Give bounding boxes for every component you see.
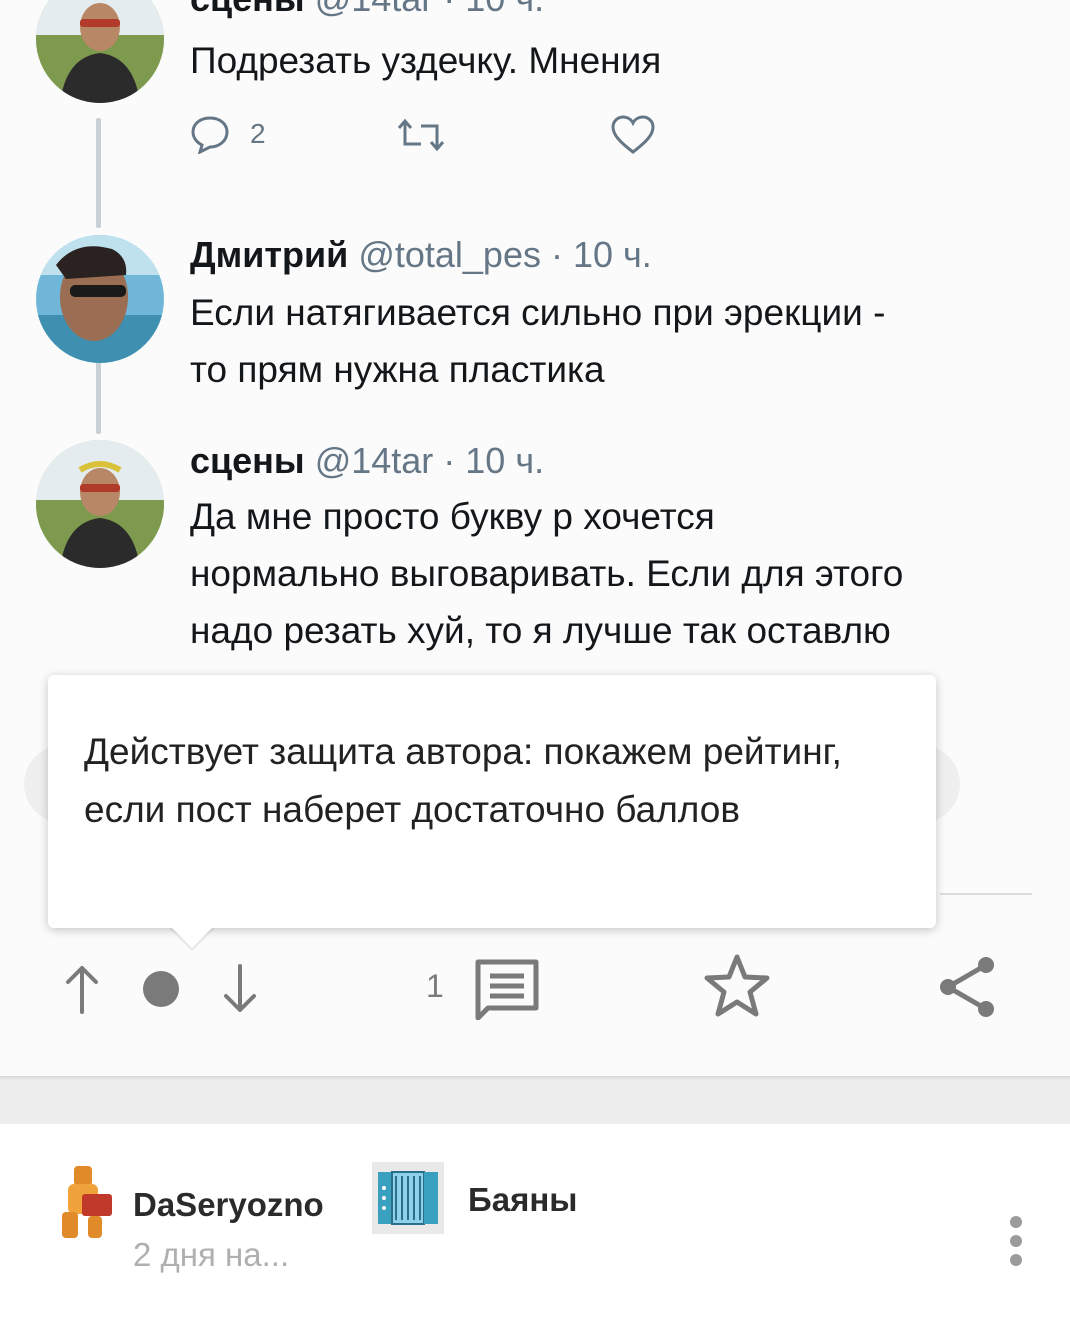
author-name: сцены — [190, 440, 305, 481]
upvote-button[interactable] — [62, 964, 102, 1019]
reply-icon — [190, 114, 230, 159]
tweet-header: сцены @14tar · 10 ч. — [190, 440, 544, 482]
tooltip-text: Действует защита автора: покажем рейтинг… — [84, 731, 842, 830]
avatar — [36, 440, 164, 568]
author-name[interactable]: DaSeryozno — [133, 1186, 324, 1224]
tweet-text: Подрезать уздечку. Мнения — [190, 40, 662, 81]
divider — [940, 893, 1032, 895]
tweet-actions: 2 — [190, 110, 670, 160]
dot — [1010, 1254, 1022, 1266]
tweet-2: Дмитрий @total_pes · 10 ч. Если натягива… — [0, 230, 1070, 410]
community-name[interactable]: Баяны — [468, 1181, 577, 1219]
dot — [1010, 1235, 1022, 1247]
post-action-bar: 1 — [0, 940, 1070, 1030]
author-avatar-icon[interactable] — [58, 1166, 118, 1247]
downvote-button[interactable] — [220, 964, 260, 1019]
retweet-icon — [397, 118, 445, 157]
tweet-1: сцены @14tar · 10 ч. Подрезать уздечку. … — [0, 0, 1070, 190]
save-star-button[interactable] — [704, 954, 770, 1023]
post-time: 2 дня на... — [133, 1236, 290, 1273]
reply-count: 2 — [250, 118, 266, 149]
avatar — [36, 235, 164, 363]
author-protection-tooltip: Действует защита автора: покажем рейтинг… — [48, 675, 936, 928]
avatar — [36, 0, 164, 103]
like-icon — [610, 114, 656, 161]
author-meta: @14tar · 10 ч. — [315, 0, 544, 19]
next-post-header: DaSeryozno 2 дня на... Баяны — [0, 1124, 1070, 1334]
comments-count: 1 — [426, 968, 444, 1004]
tweet-header: сцены @14tar · 10 ч. — [190, 0, 544, 20]
author-meta: @total_pes · 10 ч. — [358, 234, 652, 275]
tweet-header: Дмитрий @total_pes · 10 ч. — [190, 234, 652, 276]
author-name: Дмитрий — [190, 234, 349, 275]
tweet-text: Если натягивается сильно при эрекции - т… — [190, 292, 886, 390]
accordion-icon[interactable] — [372, 1162, 444, 1239]
tweet-text: Да мне просто букву р хочется нормально … — [190, 496, 904, 651]
posts-separator — [0, 1080, 1070, 1124]
dot — [1010, 1216, 1022, 1228]
comments-button[interactable] — [474, 958, 540, 1025]
more-options-button[interactable] — [1004, 1216, 1028, 1266]
tweet-3: сцены @14tar · 10 ч. Да мне просто букву… — [0, 432, 1070, 672]
share-button[interactable] — [936, 954, 998, 1025]
author-name: сцены — [190, 0, 305, 19]
rating-hidden-dot-icon[interactable] — [142, 970, 180, 1013]
author-meta: @14tar · 10 ч. — [314, 440, 545, 481]
